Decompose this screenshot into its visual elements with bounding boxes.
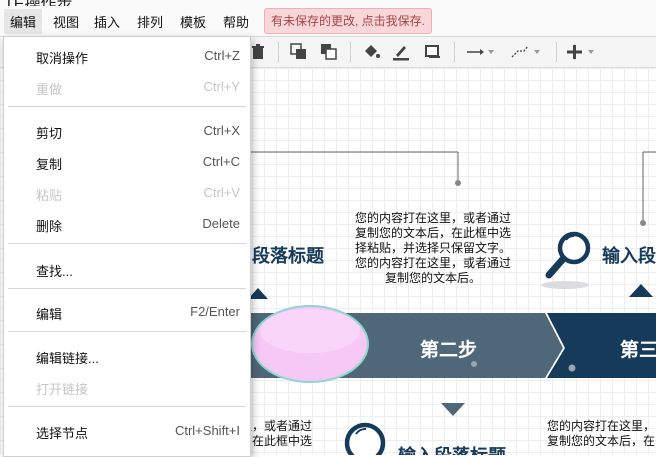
toolbar-separator [350, 42, 351, 62]
menu-item-label: 剪切 [36, 126, 63, 141]
menu-separator [8, 406, 246, 407]
menu-item-redo[interactable]: 重做 Ctrl+Y [4, 75, 250, 99]
menu-item-label: 选择节点 [36, 426, 89, 441]
description-line: 复制您的文本后，在此框中选 [354, 226, 511, 240]
description-line: 您的内容打在这里， [547, 419, 656, 433]
menu-item-edit-link[interactable]: 编辑链接... [4, 344, 250, 368]
delete-icon[interactable] [249, 43, 267, 61]
connection-point[interactable] [568, 364, 576, 372]
step-three-label[interactable]: 第三 [620, 335, 656, 362]
description-line: 复制您的文本后，在 [547, 434, 656, 448]
connector-endpoint[interactable] [455, 180, 461, 186]
magnifier-icon [344, 422, 386, 455]
insert-icon[interactable] [566, 43, 600, 61]
unsaved-changes-button[interactable]: 有未保存的更改, 点击我保存. [264, 8, 433, 34]
menu-item-label: 打开链接 [36, 382, 89, 397]
ellipse-highlight [260, 309, 360, 353]
section-heading[interactable]: 输入段落标题 [398, 442, 506, 455]
description-line: 您的内容打在这里，或者通过 [354, 211, 511, 225]
description-line: 里，或者通过 [240, 419, 313, 433]
menu-item-label: 重做 [36, 82, 63, 97]
waypoints-icon[interactable] [510, 43, 542, 61]
fill-color-icon[interactable] [362, 43, 380, 61]
description-text[interactable]: 里，或者通过 ，在此框中选 [240, 419, 332, 449]
menu-item-paste[interactable]: 粘贴 Ctrl+V [4, 181, 250, 205]
menu-item-cut[interactable]: 剪切 Ctrl+X [4, 119, 250, 143]
description-text[interactable]: 您的内容打在这里， 复制您的文本后，在 [547, 419, 656, 449]
menu-item-select-nodes[interactable]: 选择节点 Ctrl+Shift+I [4, 419, 250, 443]
toolbar-separator [556, 42, 557, 62]
menu-item-shortcut: Ctrl+Shift+I [174, 423, 240, 438]
menu-item-label: 编辑链接... [36, 351, 99, 366]
menu-item-label: 复制 [36, 157, 63, 172]
shadow-icon[interactable] [424, 43, 442, 61]
menu-item-shortcut: Ctrl+X [203, 123, 240, 138]
menu-item-shortcut: Ctrl+V [203, 185, 240, 200]
section-heading[interactable]: 输入段 [602, 242, 656, 268]
menu-view[interactable]: 视图 [53, 12, 79, 31]
menu-item-shortcut: Ctrl+C [202, 154, 240, 169]
connection-icon[interactable] [466, 43, 496, 61]
description-line: 择粘贴，并选择只保留文字。 [354, 241, 511, 255]
menu-help[interactable]: 帮助 [223, 12, 249, 31]
triangle-marker[interactable] [441, 403, 465, 416]
menu-item-shortcut: F2/Enter [190, 304, 240, 319]
menu-item-label: 查找... [36, 264, 73, 279]
menu-separator [8, 106, 246, 107]
menu-arrange[interactable]: 排列 [137, 12, 163, 31]
description-line: 复制您的文本后。 [384, 271, 481, 285]
step-two-label[interactable]: 第二步 [420, 335, 477, 362]
description-line: 您的内容打在这里，或者通过 [354, 256, 511, 270]
menu-item-open-link[interactable]: 打开链接 [4, 375, 250, 399]
menu-template[interactable]: 模板 [180, 12, 206, 31]
triangle-marker[interactable] [629, 284, 653, 297]
menu-edit[interactable]: 编辑 [4, 9, 43, 34]
menu-separator [8, 331, 246, 332]
menu-item-edit[interactable]: 编辑 F2/Enter [4, 300, 250, 324]
menu-item-label: 粘贴 [36, 188, 63, 203]
description-line: ，在此框中选 [240, 434, 313, 448]
menu-item-find[interactable]: 查找... [4, 257, 250, 281]
triangle-marker[interactable] [248, 288, 268, 299]
menu-item-copy[interactable]: 复制 Ctrl+C [4, 150, 250, 174]
to-front-icon[interactable] [290, 43, 308, 61]
to-back-icon[interactable] [320, 43, 338, 61]
menu-separator [8, 288, 246, 289]
menu-item-delete[interactable]: 删除 Delete [4, 212, 250, 236]
menu-insert[interactable]: 插入 [94, 12, 120, 31]
menu-item-shortcut: Ctrl+Y [203, 79, 240, 94]
menu-bar: 编辑 视图 插入 排列 模板 帮助 有未保存的更改, 点击我保存. [0, 6, 656, 37]
menu-item-label: 编辑 [36, 307, 63, 322]
menu-item-shortcut: Ctrl+Z [204, 48, 240, 63]
menu-separator [8, 243, 246, 244]
line-color-icon[interactable] [392, 43, 410, 61]
connector-endpoint[interactable] [640, 220, 646, 226]
toolbar-separator [454, 42, 455, 62]
edit-menu-dropdown: 取消操作 Ctrl+Z 重做 Ctrl+Y 剪切 Ctrl+X 复制 Ctrl+… [3, 36, 251, 457]
description-text[interactable]: 您的内容打在这里，或者通过 复制您的文本后，在此框中选 择粘贴，并选择只保留文字… [338, 211, 528, 286]
section-heading[interactable]: 段落标题 [252, 242, 324, 268]
menu-item-label: 删除 [36, 219, 63, 234]
menu-item-label: 取消操作 [36, 51, 89, 66]
menu-item-shortcut: Delete [202, 216, 240, 231]
toolbar-separator [278, 42, 279, 62]
menu-item-undo[interactable]: 取消操作 Ctrl+Z [4, 44, 250, 68]
magnifier-icon [541, 231, 591, 289]
